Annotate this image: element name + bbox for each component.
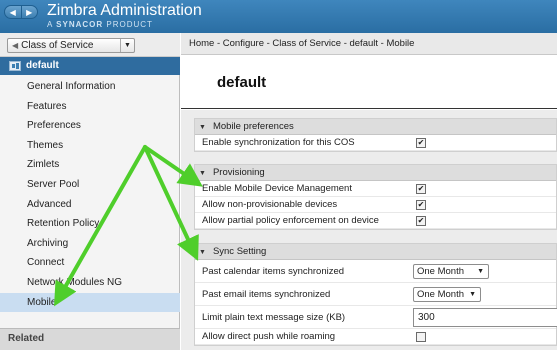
breadcrumb: Home - Configure - Class of Service - de… — [181, 33, 557, 55]
sidebar-nav: General Information Features Preferences… — [0, 77, 180, 313]
subtitle-prefix: A — [47, 20, 53, 29]
app-header: ◀ ▶ Zimbra Administration A SYNACOR PROD… — [0, 0, 557, 33]
selected-cos-label: default — [26, 60, 59, 71]
collapse-triangle-icon: ▼ — [199, 249, 206, 256]
sidebar-item-connect[interactable]: Connect — [0, 253, 180, 273]
setting-label: Enable synchronization for this COS — [202, 137, 355, 148]
related-panel-header[interactable]: Related — [0, 328, 180, 350]
sidebar-item-advanced[interactable]: Advanced — [0, 195, 180, 215]
select-value: One Month — [417, 289, 464, 300]
sidebar-item-archiving[interactable]: Archiving — [0, 234, 180, 254]
selected-cos-row[interactable]: default — [0, 57, 180, 75]
direct-push-roaming-checkbox[interactable] — [416, 332, 426, 342]
chevron-down-icon: ▼ — [469, 291, 476, 298]
forward-arrow-icon[interactable]: ▶ — [20, 6, 38, 18]
selector-label: Class of Service — [21, 40, 94, 51]
history-nav: ◀ ▶ — [4, 5, 38, 19]
setting-label: Enable Mobile Device Management — [202, 183, 352, 194]
sidebar-item-server-pool[interactable]: Server Pool — [0, 175, 180, 195]
sidebar-item-general-information[interactable]: General Information — [0, 77, 180, 97]
email-items-select[interactable]: One Month ▼ — [413, 287, 481, 302]
setting-row: Enable synchronization for this COS ✔ — [195, 135, 556, 151]
enable-sync-checkbox[interactable]: ✔ — [416, 138, 426, 148]
collapse-triangle-icon: ▼ — [199, 124, 206, 131]
collapse-triangle-icon: ▼ — [199, 170, 206, 177]
sidebar-item-zimlets[interactable]: Zimlets — [0, 155, 180, 175]
setting-label: Past email items synchronized — [202, 289, 331, 300]
sync-setting-header[interactable]: ▼ Sync Setting — [195, 244, 556, 260]
sync-setting-section: ▼ Sync Setting Past calendar items synchr… — [194, 243, 557, 346]
app-subtitle: A SYNACOR PRODUCT — [47, 20, 153, 29]
setting-label: Allow non-provisionable devices — [202, 199, 338, 210]
page-header: default — [181, 55, 557, 109]
left-navigation-pane: ◀ Class of Service ▼ default General Info… — [0, 33, 180, 350]
allow-non-provisionable-checkbox[interactable]: ✔ — [416, 200, 426, 210]
page-title: default — [217, 74, 267, 91]
selector-row: ◀ Class of Service ▼ — [0, 33, 180, 57]
mobile-preferences-header[interactable]: ▼ Mobile preferences — [195, 119, 556, 135]
provisioning-section: ▼ Provisioning Enable Mobile Device Manag… — [194, 164, 557, 230]
app-title: Zimbra Administration — [47, 2, 202, 19]
section-title: Provisioning — [212, 167, 265, 178]
class-of-service-selector[interactable]: ◀ Class of Service ▼ — [7, 38, 135, 53]
cos-icon — [9, 61, 21, 71]
subtitle-brand: SYNACOR — [56, 20, 104, 29]
sidebar-item-preferences[interactable]: Preferences — [0, 116, 180, 136]
setting-label: Allow direct push while roaming — [202, 331, 336, 342]
back-arrow-icon[interactable]: ◀ — [5, 6, 21, 18]
setting-row: Allow non-provisionable devices ✔ — [195, 197, 556, 213]
setting-label: Past calendar items synchronized — [202, 266, 345, 277]
setting-row: Past email items synchronized One Month … — [195, 283, 556, 306]
calendar-items-select[interactable]: One Month ▼ — [413, 264, 489, 279]
sidebar-item-retention-policy[interactable]: Retention Policy — [0, 214, 180, 234]
provisioning-header[interactable]: ▼ Provisioning — [195, 165, 556, 181]
setting-row: Enable Mobile Device Management ✔ — [195, 181, 556, 197]
setting-row: Allow direct push while roaming — [195, 329, 556, 345]
setting-label: Limit plain text message size (KB) — [202, 312, 346, 323]
setting-row: Allow partial policy enforcement on devi… — [195, 213, 556, 229]
settings-content: ▼ Mobile preferences Enable synchronizati… — [181, 110, 557, 350]
section-title: Mobile preferences — [212, 121, 294, 132]
setting-row: Past calendar items synchronized One Mon… — [195, 260, 556, 283]
sidebar-item-mobile[interactable]: Mobile — [0, 292, 180, 313]
sidebar-item-network-modules-ng[interactable]: Network Modules NG — [0, 273, 180, 293]
sidebar-item-themes[interactable]: Themes — [0, 136, 180, 156]
subtitle-suffix: PRODUCT — [106, 20, 153, 29]
section-title: Sync Setting — [212, 246, 267, 257]
chevron-left-icon: ◀ — [12, 41, 19, 50]
sidebar-item-features[interactable]: Features — [0, 97, 180, 117]
chevron-down-icon[interactable]: ▼ — [120, 39, 134, 52]
enable-mdm-checkbox[interactable]: ✔ — [416, 184, 426, 194]
setting-label: Allow partial policy enforcement on devi… — [202, 215, 379, 226]
mobile-preferences-section: ▼ Mobile preferences Enable synchronizati… — [194, 118, 557, 152]
allow-partial-policy-checkbox[interactable]: ✔ — [416, 216, 426, 226]
select-value: One Month — [417, 266, 464, 277]
chevron-down-icon: ▼ — [477, 268, 484, 275]
plain-text-size-input[interactable]: 300 — [413, 308, 557, 327]
setting-row: Limit plain text message size (KB) 300 — [195, 306, 557, 329]
